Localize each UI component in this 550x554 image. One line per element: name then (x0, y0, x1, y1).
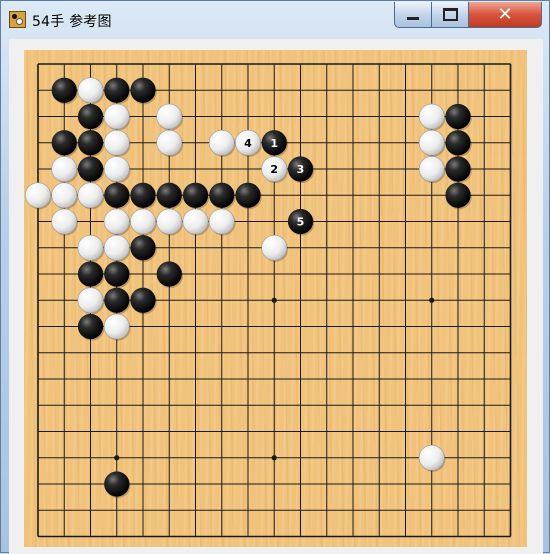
black-stone[interactable] (130, 235, 156, 261)
black-stone[interactable] (104, 261, 130, 287)
black-stone[interactable] (156, 182, 182, 208)
black-stone[interactable] (130, 182, 156, 208)
white-stone[interactable] (103, 234, 130, 261)
star-point (429, 297, 435, 303)
black-stone[interactable] (51, 130, 77, 156)
white-stone[interactable] (77, 182, 104, 209)
white-stone[interactable] (77, 234, 104, 261)
white-stone[interactable] (182, 208, 209, 235)
close-icon: ✕ (497, 3, 513, 25)
white-stone[interactable] (130, 208, 156, 235)
white-stone[interactable] (103, 129, 130, 156)
star-point (114, 455, 120, 461)
move-number-label: 5 (297, 216, 305, 229)
star-point (271, 455, 277, 461)
black-stone[interactable] (77, 130, 104, 156)
maximize-icon (442, 8, 458, 21)
black-stone[interactable] (130, 77, 156, 103)
move-number-label: 3 (297, 163, 305, 176)
star-point (271, 297, 277, 303)
black-stone[interactable] (104, 471, 130, 497)
white-stone[interactable] (103, 208, 130, 235)
black-stone[interactable] (130, 287, 156, 313)
go-board[interactable]: 1 2 3 4 5 (24, 50, 527, 547)
white-stone[interactable] (77, 287, 104, 314)
white-stone[interactable] (51, 208, 78, 235)
maximize-button[interactable] (431, 2, 469, 28)
black-stone[interactable] (235, 182, 261, 208)
title-bar[interactable]: 54手 参考图 ✕ (1, 1, 549, 39)
white-stone[interactable] (103, 103, 130, 130)
white-stone[interactable] (418, 103, 445, 130)
black-stone[interactable] (77, 156, 104, 182)
move-number-label: 1 (270, 137, 278, 150)
white-stone[interactable] (77, 77, 104, 104)
white-stone[interactable] (51, 156, 78, 182)
black-stone[interactable] (445, 130, 471, 156)
black-stone[interactable] (209, 182, 235, 208)
black-stone[interactable] (51, 77, 77, 103)
black-stone[interactable] (77, 261, 104, 287)
white-stone[interactable] (156, 103, 183, 130)
white-stone[interactable] (418, 156, 445, 182)
black-stone[interactable] (77, 103, 104, 130)
white-stone[interactable] (261, 234, 288, 261)
black-stone[interactable] (104, 287, 130, 313)
white-stone[interactable] (418, 129, 445, 156)
white-stone[interactable] (156, 129, 183, 156)
white-stone[interactable] (103, 313, 130, 340)
move-number-label: 4 (244, 137, 252, 150)
white-stone[interactable] (418, 444, 445, 471)
white-stone[interactable] (51, 182, 78, 209)
close-button[interactable]: ✕ (468, 2, 542, 28)
white-stone[interactable] (103, 156, 130, 182)
go-board-app-icon[interactable] (9, 11, 26, 28)
black-stone[interactable] (445, 156, 471, 182)
board-grid[interactable]: 1 2 3 4 5 (24, 50, 527, 547)
black-stone[interactable] (104, 77, 130, 103)
minimize-button[interactable] (394, 2, 432, 28)
white-stone[interactable] (25, 182, 51, 209)
window-title: 54手 参考图 (32, 14, 112, 30)
black-stone[interactable] (156, 261, 182, 287)
black-stone[interactable] (104, 182, 130, 208)
black-stone[interactable] (77, 313, 104, 340)
move-number-label: 2 (270, 163, 278, 176)
black-stone[interactable] (445, 103, 471, 130)
black-stone[interactable] (182, 182, 209, 208)
white-stone[interactable] (208, 129, 235, 156)
white-stone[interactable] (208, 208, 235, 235)
white-stone[interactable] (156, 208, 183, 235)
minimize-icon (407, 17, 419, 20)
black-stone[interactable] (445, 182, 471, 208)
